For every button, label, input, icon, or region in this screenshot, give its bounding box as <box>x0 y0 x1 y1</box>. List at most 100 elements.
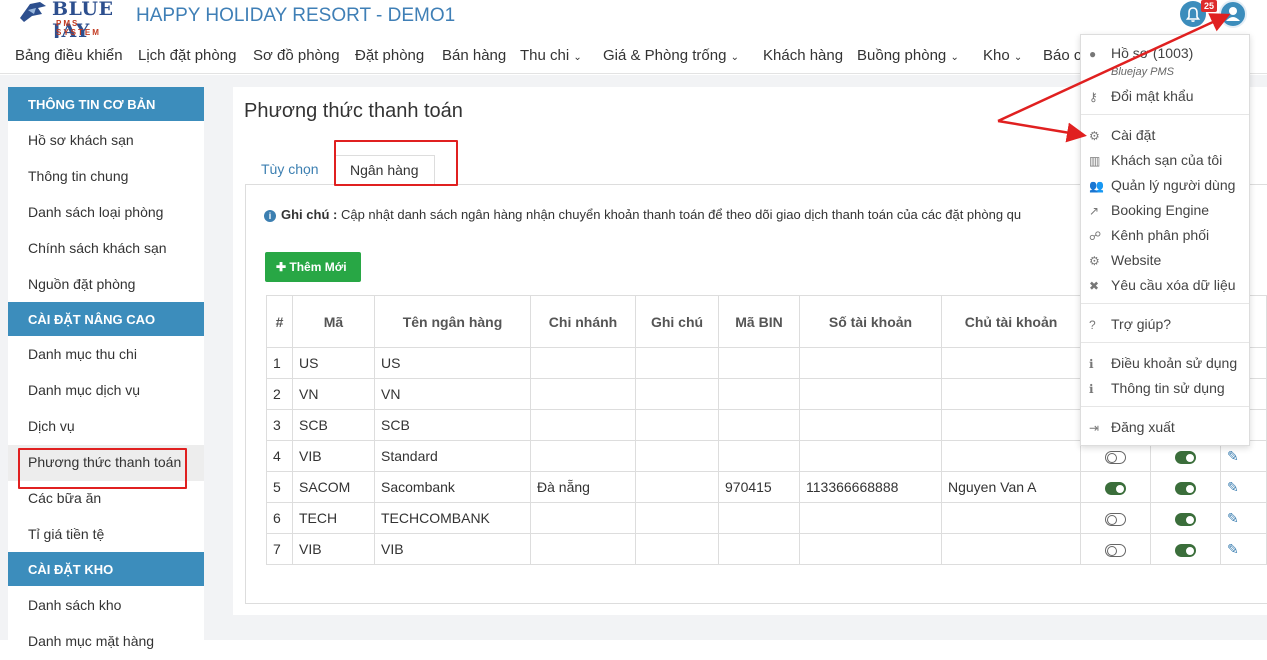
cell-code: VN <box>292 378 375 410</box>
menu-channel-manager[interactable]: ☍ Kênh phân phối <box>1089 227 1209 243</box>
cell-note <box>635 502 719 534</box>
nav-dashboard[interactable]: Bảng điều khiển <box>15 47 123 64</box>
edit-icon[interactable]: ✎ <box>1227 510 1239 526</box>
cell-t1 <box>1080 471 1151 503</box>
cell-account: 113366668888 <box>799 471 942 503</box>
edit-icon[interactable]: ✎ <box>1227 541 1239 557</box>
sidebar-item-warehouses[interactable]: Danh sách kho <box>8 588 204 624</box>
cell-t2 <box>1150 533 1221 565</box>
cell-code: VIB <box>292 440 375 472</box>
sidebar-item-booking-sources[interactable]: Nguồn đặt phòng <box>8 267 204 303</box>
sidebar-item-hotel-profile[interactable]: Hồ sơ khách sạn <box>8 123 204 159</box>
cell-name: US <box>374 347 531 379</box>
sidebar-item-service-categories[interactable]: Danh mục dịch vụ <box>8 373 204 409</box>
app-title: HAPPY HOLIDAY RESORT - DEMO1 <box>136 5 456 26</box>
nav-income-expense-label: Thu chi <box>520 47 570 64</box>
chevron-down-icon: ⌄ <box>1013 52 1023 63</box>
tab-options[interactable]: Tùy chọn <box>247 155 333 185</box>
cell-t2 <box>1150 471 1221 503</box>
logo-subtext: PMS SYSTEM <box>56 19 101 37</box>
sidebar-item-exchange-rates[interactable]: Tỉ giá tiền tệ <box>8 517 204 553</box>
toggle-switch[interactable] <box>1175 512 1196 526</box>
cell-branch <box>530 409 636 441</box>
info-icon: ℹ <box>1089 357 1094 371</box>
users-icon: 👥 <box>1089 179 1104 193</box>
menu-my-hotels[interactable]: ▥ Khách sạn của tôi <box>1089 152 1222 168</box>
menu-divider <box>1081 114 1249 115</box>
menu-settings-label: Cài đặt <box>1111 127 1156 143</box>
user-menu-button[interactable] <box>1219 0 1247 28</box>
menu-terms[interactable]: ℹ Điều khoản sử dụng <box>1089 355 1237 371</box>
cell-n: 4 <box>266 440 293 472</box>
menu-website[interactable]: ⚙ Website <box>1089 252 1161 268</box>
cell-note <box>635 347 719 379</box>
cell-owner <box>941 533 1081 565</box>
cell-bin <box>718 378 800 410</box>
building-icon: ▥ <box>1089 154 1101 168</box>
menu-settings[interactable]: ⚙ Cài đặt <box>1089 127 1155 143</box>
cell-bin <box>718 502 800 534</box>
bluejay-bird-icon <box>20 2 46 22</box>
menu-change-password-label: Đổi mật khẩu <box>1111 88 1194 104</box>
menu-profile[interactable]: ● Hồ sơ (1003) <box>1089 45 1193 61</box>
menu-delete-data-label: Yêu cầu xóa dữ liệu <box>1111 277 1236 293</box>
toggle-switch[interactable] <box>1105 481 1126 495</box>
sidebar-item-income-expense-categories[interactable]: Danh mục thu chi <box>8 337 204 373</box>
menu-usage-info[interactable]: ℹ Thông tin sử dụng <box>1089 380 1225 396</box>
menu-logout[interactable]: ⇥ Đăng xuất <box>1089 419 1175 435</box>
logo[interactable]: BLUE JAY PMS SYSTEM <box>16 0 120 42</box>
nav-sales[interactable]: Bán hàng <box>442 47 506 64</box>
nav-housekeeping[interactable]: Buồng phòng ⌄ <box>857 47 959 64</box>
cell-n: 1 <box>266 347 293 379</box>
col-branch: Chi nhánh <box>530 295 636 348</box>
sidebar-item-room-types[interactable]: Danh sách loại phòng <box>8 195 204 231</box>
sidebar-item-general-info[interactable]: Thông tin chung <box>8 159 204 195</box>
nav-room-map[interactable]: Sơ đồ phòng <box>253 47 340 64</box>
nav-income-expense[interactable]: Thu chi ⌄ <box>520 47 582 64</box>
menu-website-label: Website <box>1111 252 1162 268</box>
menu-booking-engine[interactable]: ↗ Booking Engine <box>1089 202 1209 218</box>
toggle-switch[interactable] <box>1175 450 1196 464</box>
toggle-switch[interactable] <box>1105 450 1126 464</box>
sidebar-item-hotel-policy[interactable]: Chính sách khách sạn <box>8 231 204 267</box>
sidebar-item-services[interactable]: Dịch vụ <box>8 409 204 445</box>
cell-n: 7 <box>266 533 293 565</box>
menu-change-password[interactable]: ⚷ Đổi mật khẩu <box>1089 88 1193 104</box>
gear-icon: ⚙ <box>1089 129 1100 143</box>
nav-inventory[interactable]: Kho ⌄ <box>983 47 1022 64</box>
note-label: Ghi chú : <box>281 207 338 222</box>
cell-name: VIB <box>374 533 531 565</box>
menu-usage-info-label: Thông tin sử dụng <box>1111 380 1225 396</box>
toggle-switch[interactable] <box>1175 481 1196 495</box>
cell-n: 6 <box>266 502 293 534</box>
main-nav: Bảng điều khiển Lịch đặt phòng Sơ đồ phò… <box>0 38 1267 74</box>
cell-owner <box>941 409 1081 441</box>
cell-note <box>635 471 719 503</box>
toggle-switch[interactable] <box>1105 512 1126 526</box>
cell-branch <box>530 378 636 410</box>
nav-rates-label: Giá & Phòng trống <box>603 47 727 64</box>
add-new-button[interactable]: ✚ Thêm Mới <box>265 252 361 282</box>
menu-delete-data[interactable]: ✖ Yêu cầu xóa dữ liệu <box>1089 277 1236 293</box>
sidebar-item-product-categories[interactable]: Danh mục mặt hàng <box>8 624 204 660</box>
cell-t1 <box>1080 502 1151 534</box>
nav-customers[interactable]: Khách hàng <box>763 47 843 64</box>
nav-reservations[interactable]: Đặt phòng <box>355 47 424 64</box>
toggle-switch[interactable] <box>1175 543 1196 557</box>
user-icon <box>1226 7 1240 21</box>
edit-icon[interactable]: ✎ <box>1227 448 1239 464</box>
nav-reports[interactable]: Báo c <box>1043 47 1081 64</box>
cell-name: Sacombank <box>374 471 531 503</box>
user-icon: ● <box>1089 47 1097 61</box>
edit-icon[interactable]: ✎ <box>1227 479 1239 495</box>
nav-rates-availability[interactable]: Giá & Phòng trống ⌄ <box>603 47 739 64</box>
cell-owner: Nguyen Van A <box>941 471 1081 503</box>
toggle-switch[interactable] <box>1105 543 1126 557</box>
menu-help-label: Trợ giúp? <box>1111 316 1172 332</box>
menu-user-management[interactable]: 👥 Quản lý người dùng <box>1089 177 1235 193</box>
nav-booking-calendar[interactable]: Lịch đặt phòng <box>138 47 236 64</box>
table-row: 7 VIB VIB ✎ <box>266 533 1267 565</box>
cell-code: US <box>292 347 375 379</box>
menu-user-management-label: Quản lý người dùng <box>1111 177 1236 193</box>
menu-help[interactable]: ? Trợ giúp? <box>1089 316 1171 332</box>
